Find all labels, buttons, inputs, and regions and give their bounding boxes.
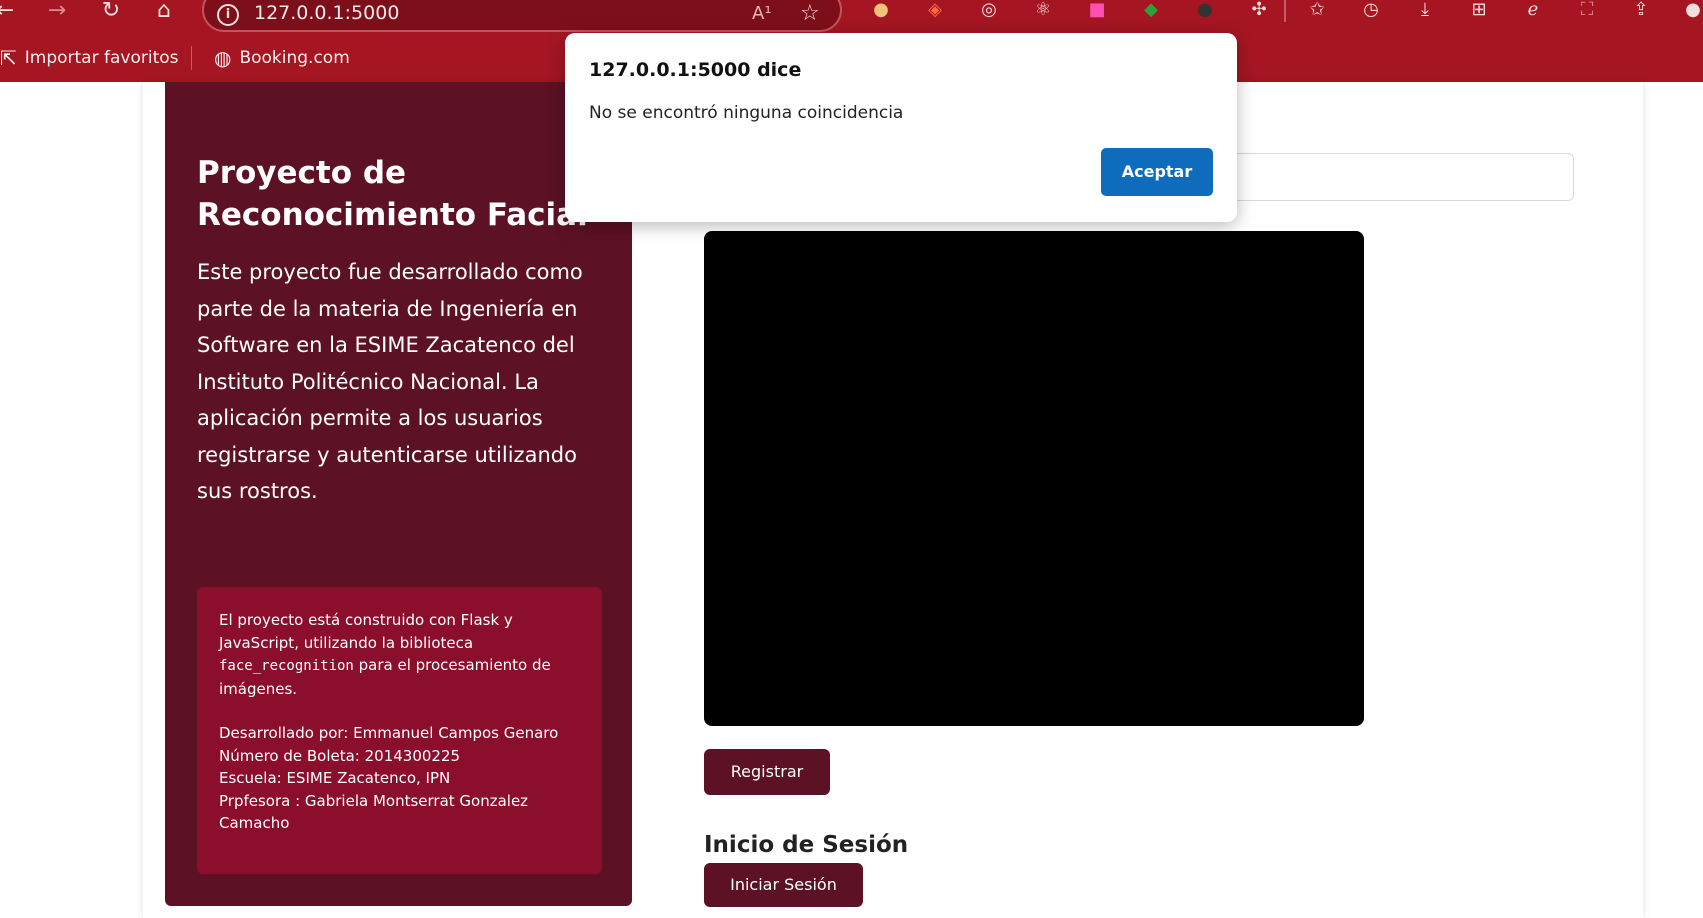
screenshot-icon[interactable]: ⛶	[1574, 0, 1600, 22]
bookmark-divider	[191, 46, 192, 70]
favorite-star-icon[interactable]: ☆	[800, 1, 820, 26]
camera-video-feed	[704, 231, 1364, 726]
extension-target-icon[interactable]: ◎	[976, 0, 1002, 22]
globe-icon: ◍	[214, 46, 232, 70]
dialog-accept-button[interactable]: Aceptar	[1101, 148, 1213, 196]
extension-monkey-icon[interactable]: ●	[868, 0, 894, 22]
hero-title: Proyecto de Reconocimiento Facial	[197, 155, 588, 233]
address-url[interactable]: 127.0.0.1:5000	[254, 2, 399, 24]
downloads-icon[interactable]: ⤓	[1412, 0, 1438, 22]
back-icon[interactable]: ←	[0, 0, 20, 24]
extension-layers-icon[interactable]: ◈	[922, 0, 948, 22]
bookmark-import-favorites[interactable]: ⇱ Importar favoritos	[0, 46, 179, 70]
extensions-puzzle-icon[interactable]: ✣	[1246, 0, 1272, 22]
history-icon[interactable]: ◷	[1358, 0, 1384, 22]
home-icon[interactable]: ⌂	[149, 0, 179, 24]
project-tech-text: El proyecto está construido con Flask y …	[219, 609, 580, 700]
toolbar-divider	[1284, 0, 1286, 22]
login-button[interactable]: Iniciar Sesión	[704, 863, 863, 907]
bookmark-booking[interactable]: ◍ Booking.com	[214, 46, 350, 70]
forward-icon[interactable]: →	[42, 0, 72, 24]
hero-description: Este proyecto fue desarrollado como part…	[197, 260, 583, 503]
extension-diamond-icon[interactable]: ◆	[1138, 0, 1164, 22]
read-aloud-icon[interactable]: A¹	[752, 3, 772, 24]
refresh-icon[interactable]: ↻	[96, 0, 126, 24]
internet-explorer-icon[interactable]: ℯ	[1520, 0, 1546, 22]
teacher-name: Prpfesora : Gabriela Montserrat Gonzalez…	[219, 791, 529, 833]
login-section-title: Inicio de Sesión	[704, 832, 909, 858]
project-intro: El proyecto está construido con Flask y …	[219, 611, 513, 652]
developer-name: Desarrollado por: Emmanuel Campos Genaro	[219, 724, 559, 742]
site-info-icon[interactable]: i	[217, 4, 239, 26]
import-icon: ⇱	[0, 46, 17, 70]
dialog-title: 127.0.0.1:5000 dice	[589, 59, 802, 81]
extension-react-icon[interactable]: ⚛	[1030, 0, 1056, 22]
school-name: Escuela: ESIME Zacatenco, IPN	[219, 769, 451, 787]
browser-toolbar: ← → ↻ ⌂ i 127.0.0.1:5000 A¹ ☆ ● ◈ ◎ ⚛ ■ …	[0, 0, 1703, 34]
collections-icon[interactable]: ⊞	[1466, 0, 1492, 22]
username-input[interactable]	[1200, 153, 1574, 201]
profile-icon[interactable]: ●	[1680, 0, 1703, 22]
bookmark-label: Importar favoritos	[24, 48, 179, 68]
dialog-message: No se encontró ninguna coincidencia	[589, 103, 904, 123]
register-button[interactable]: Registrar	[704, 749, 830, 795]
favorites-icon[interactable]: ✩	[1304, 0, 1330, 22]
address-bar[interactable]: i 127.0.0.1:5000 A¹ ☆	[202, 0, 842, 32]
alert-dialog: 127.0.0.1:5000 dice No se encontró ningu…	[565, 33, 1237, 222]
project-info-box: El proyecto está construido con Flask y …	[197, 587, 602, 874]
bookmark-label: Booking.com	[239, 48, 350, 68]
student-id: Número de Boleta: 2014300225	[219, 746, 461, 765]
share-icon[interactable]: ⇪	[1628, 0, 1654, 22]
extension-face-icon[interactable]: ■	[1084, 0, 1110, 22]
library-name: face_recognition	[219, 658, 354, 674]
extension-json-icon[interactable]: ●	[1192, 0, 1218, 22]
